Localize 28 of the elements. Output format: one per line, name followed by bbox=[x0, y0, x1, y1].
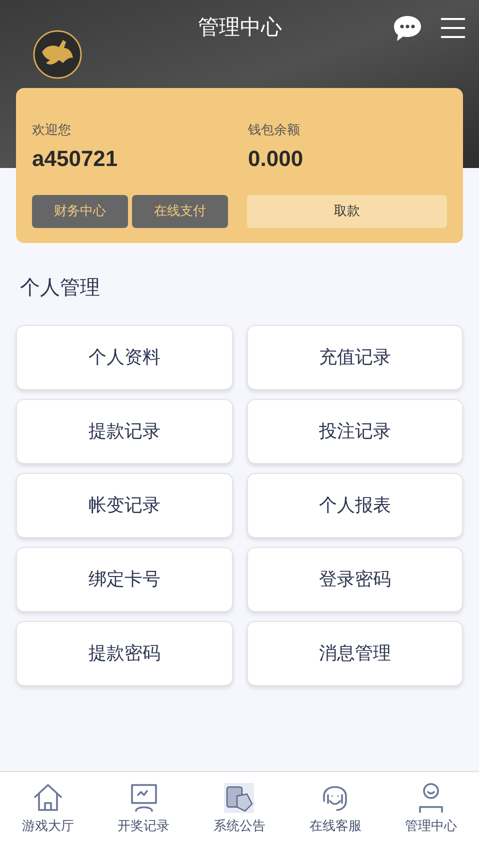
menu-tile[interactable]: 提款记录 bbox=[16, 399, 232, 464]
nav-label[interactable]: 游戏大厅 bbox=[22, 816, 74, 836]
balance-value: 0.000 bbox=[248, 144, 304, 172]
menu-tile[interactable]: 绑定卡号 bbox=[16, 547, 232, 612]
cards-icon[interactable] bbox=[223, 782, 256, 814]
nav-label[interactable]: 在线客服 bbox=[309, 816, 362, 836]
nav-label[interactable]: 管理中心 bbox=[405, 816, 458, 836]
menu-tile[interactable]: 充值记录 bbox=[246, 325, 463, 390]
chat-icon[interactable] bbox=[393, 15, 422, 42]
menu-tile[interactable]: 消息管理 bbox=[246, 621, 463, 686]
account-button[interactable]: 财务中心 bbox=[32, 194, 128, 228]
home-icon[interactable] bbox=[32, 782, 64, 814]
page-title: 管理中心 bbox=[197, 15, 283, 41]
nav-label[interactable]: 开奖记录 bbox=[118, 816, 170, 836]
menu-tile[interactable]: 个人报表 bbox=[246, 473, 463, 538]
section-title: 个人管理 bbox=[20, 276, 101, 301]
balance-label: 钱包余额 bbox=[248, 121, 301, 139]
menu-icon[interactable] bbox=[441, 18, 465, 38]
username: a450721 bbox=[32, 144, 119, 172]
menu-tile[interactable]: 提款密码 bbox=[16, 621, 232, 686]
account-button[interactable]: 在线支付 bbox=[132, 194, 228, 228]
menu-tile[interactable]: 帐变记录 bbox=[16, 473, 232, 538]
menu-tile[interactable]: 投注记录 bbox=[246, 399, 463, 464]
nav-label[interactable]: 系统公告 bbox=[213, 816, 266, 836]
withdraw-button[interactable]: 取款 bbox=[247, 194, 447, 228]
welcome-label: 欢迎您 bbox=[32, 121, 72, 139]
menu-tile[interactable]: 个人资料 bbox=[16, 325, 232, 390]
menu-tile[interactable]: 登录密码 bbox=[246, 547, 463, 612]
